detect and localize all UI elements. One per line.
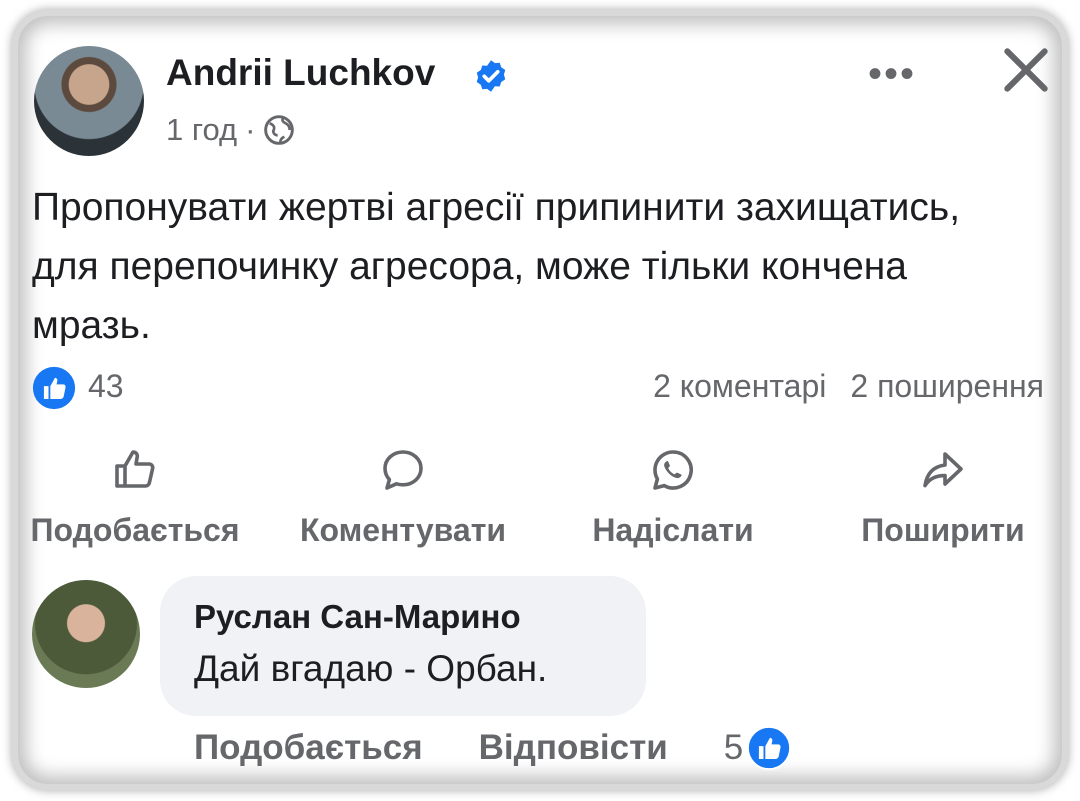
post-meta: 1 год · — [166, 112, 295, 148]
author-name[interactable]: Andrii Luchkov — [166, 52, 435, 94]
like-reaction-icon[interactable] — [32, 366, 76, 410]
comment-reply-button[interactable]: Відповісти — [479, 728, 668, 768]
comment-likes[interactable]: 5 — [723, 726, 792, 770]
comment-actions: Подобається Відповісти 5 — [194, 726, 792, 770]
thumbs-up-icon — [115, 450, 155, 488]
comment-text: Дай вгадаю - Орбан. — [194, 648, 548, 689]
whatsapp-icon — [653, 450, 693, 490]
post-time[interactable]: 1 год — [166, 112, 237, 148]
share-arrow-icon — [923, 452, 963, 488]
send-button-label: Надіслати — [592, 512, 754, 548]
send-button[interactable]: Надіслати — [578, 446, 768, 549]
comment-button-label: Коментувати — [299, 512, 507, 548]
share-button[interactable]: Поширити — [848, 446, 1038, 549]
globe-icon — [264, 115, 295, 145]
like-reaction-icon — [747, 726, 792, 770]
comment-bubble-icon — [383, 450, 423, 490]
commenter-avatar[interactable] — [32, 580, 140, 688]
post-card: Andrii Luchkov 1 год · ••• Пропонувати ж… — [18, 16, 1062, 784]
like-button[interactable]: Подобається — [22, 446, 248, 549]
comments-count[interactable]: 2 коментарі — [653, 368, 826, 405]
like-count[interactable]: 43 — [88, 368, 124, 405]
verified-badge-icon — [476, 60, 506, 92]
comment-author[interactable]: Руслан Сан-Марино — [194, 598, 521, 636]
share-button-label: Поширити — [861, 512, 1025, 548]
like-button-label: Подобається — [30, 512, 240, 548]
comment-like-button[interactable]: Подобається — [194, 728, 423, 768]
close-icon[interactable] — [998, 42, 1054, 98]
post-text: Пропонувати жертві агресії припинити зах… — [32, 186, 961, 347]
comment-like-count: 5 — [723, 728, 744, 767]
more-options-button[interactable]: ••• — [868, 52, 916, 97]
shares-count[interactable]: 2 поширення — [850, 368, 1044, 405]
comment-bubble: Руслан Сан-Марино Дай вгадаю - Орбан. — [160, 576, 646, 716]
post-stats: 2 коментарі 2 поширення — [653, 368, 1044, 405]
author-avatar[interactable] — [34, 46, 144, 156]
comment-button[interactable]: Коментувати — [288, 446, 518, 549]
meta-separator: · — [245, 112, 256, 147]
